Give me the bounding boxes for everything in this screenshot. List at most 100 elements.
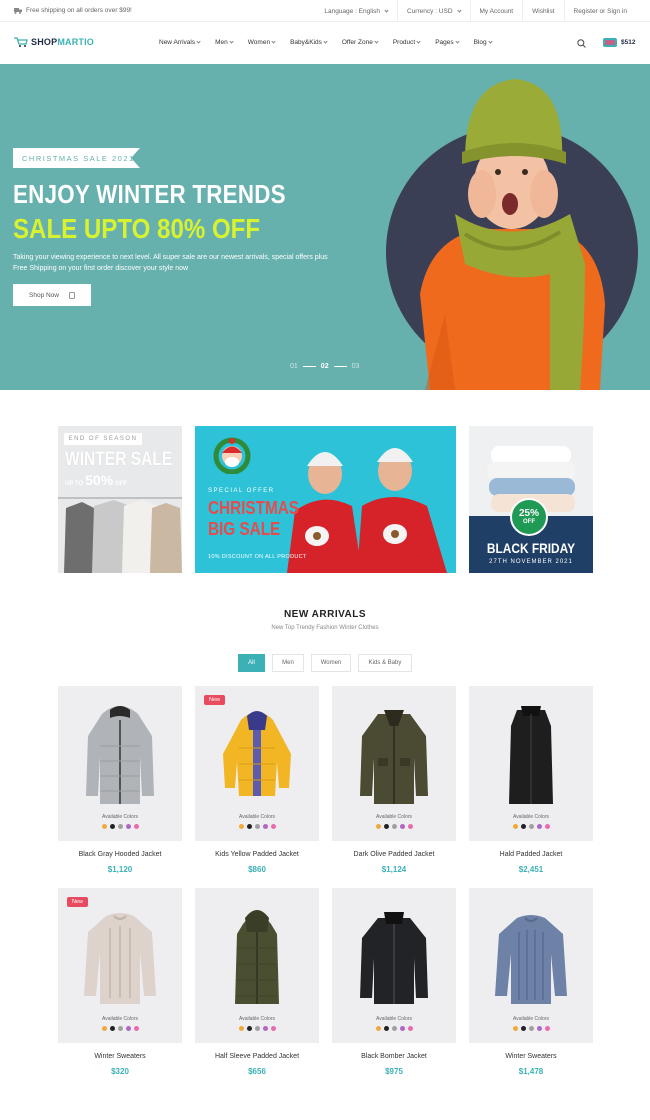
nav-label: Baby&Kids xyxy=(290,39,322,46)
color-swatch[interactable] xyxy=(512,824,518,829)
color-swatch[interactable] xyxy=(407,824,413,829)
color-swatch[interactable] xyxy=(399,824,405,829)
product-name[interactable]: Winter Sweaters xyxy=(58,1053,182,1060)
product-name[interactable]: Hald Padded Jacket xyxy=(469,851,593,858)
cart-button[interactable]: $512 xyxy=(603,38,635,47)
color-swatch[interactable] xyxy=(133,824,139,829)
filter-men[interactable]: Men xyxy=(272,654,304,672)
color-swatch[interactable] xyxy=(238,1026,244,1031)
color-swatches xyxy=(332,1026,456,1031)
winter-sale-discount: UP TO 50% OFF xyxy=(65,472,127,488)
nav-item-product[interactable]: Product xyxy=(393,39,421,46)
logo[interactable]: SHOP MARTIO xyxy=(14,37,94,47)
color-swatch[interactable] xyxy=(246,1026,252,1031)
color-swatch[interactable] xyxy=(125,824,131,829)
black-friday-banner[interactable]: 25% OFF BLACK FRIDAY 27TH NOVEMBER 2021 xyxy=(469,426,593,573)
badge-percent: 25% xyxy=(518,508,539,519)
chevron-down-icon xyxy=(374,39,379,44)
color-swatch[interactable] xyxy=(117,824,123,829)
slide-dot-2[interactable]: 02 xyxy=(321,363,329,370)
color-swatch[interactable] xyxy=(117,1026,123,1031)
color-swatch[interactable] xyxy=(101,1026,107,1031)
slider-pagination: 01 02 03 xyxy=(290,363,359,370)
color-swatch[interactable] xyxy=(125,1026,131,1031)
section-title: NEW ARRIVALS xyxy=(283,609,367,620)
color-swatch[interactable] xyxy=(109,824,115,829)
color-swatch[interactable] xyxy=(520,824,526,829)
currency-select[interactable]: Currency : USD xyxy=(397,0,470,22)
color-swatch[interactable] xyxy=(536,824,542,829)
christmas-sale-banner[interactable]: SPECIAL OFFER CHRISTMAS BIG SALE 10% DIS… xyxy=(195,426,456,573)
chevron-down-icon xyxy=(229,39,234,44)
cart-icon xyxy=(603,38,617,47)
discount-badge: 25% OFF xyxy=(510,498,548,536)
search-icon[interactable] xyxy=(577,39,586,48)
nav-item-baby-kids[interactable]: Baby&Kids xyxy=(290,39,328,46)
color-swatch[interactable] xyxy=(544,1026,550,1031)
product-name[interactable]: Dark Olive Padded Jacket xyxy=(332,851,456,858)
color-swatch[interactable] xyxy=(262,824,268,829)
color-swatch[interactable] xyxy=(246,824,252,829)
shipping-notice: Free shipping on all orders over $99! xyxy=(14,7,132,14)
color-swatch[interactable] xyxy=(407,1026,413,1031)
product-name[interactable]: Kids Yellow Padded Jacket xyxy=(195,851,319,858)
chevron-down-icon xyxy=(323,39,328,44)
product-name[interactable]: Winter Sweaters xyxy=(469,1053,593,1060)
color-swatch[interactable] xyxy=(536,1026,542,1031)
color-swatch[interactable] xyxy=(270,824,276,829)
color-swatch[interactable] xyxy=(270,1026,276,1031)
color-swatch[interactable] xyxy=(375,1026,381,1031)
color-swatch[interactable] xyxy=(544,824,550,829)
color-swatch[interactable] xyxy=(528,824,534,829)
color-swatch[interactable] xyxy=(399,1026,405,1031)
color-swatch[interactable] xyxy=(383,1026,389,1031)
product-name[interactable]: Half Sleeve Padded Jacket xyxy=(195,1053,319,1060)
winter-sale-banner[interactable]: END OF SEASON WINTER SALE UP TO 50% OFF xyxy=(58,426,182,573)
nav-item-new-arrivals[interactable]: New Arrivals xyxy=(159,39,201,46)
color-swatch[interactable] xyxy=(520,1026,526,1031)
product-image xyxy=(86,706,154,804)
nav-item-blog[interactable]: Blog xyxy=(474,39,493,46)
slide-divider xyxy=(333,366,347,367)
language-select[interactable]: Language : English xyxy=(315,0,397,22)
off-label: OFF xyxy=(115,481,128,487)
color-swatch[interactable] xyxy=(528,1026,534,1031)
chevron-down-icon xyxy=(384,7,389,13)
available-colors-label: Available Colors xyxy=(375,1016,413,1022)
color-swatch[interactable] xyxy=(133,1026,139,1031)
product-price: $320 xyxy=(111,1067,129,1076)
product-name[interactable]: Black Gray Hooded Jacket xyxy=(58,851,182,858)
product-name[interactable]: Black Bomber Jacket xyxy=(332,1053,456,1060)
slide-dot-1[interactable]: 01 xyxy=(290,363,298,370)
color-swatch[interactable] xyxy=(238,824,244,829)
logo-text-martio: MARTIO xyxy=(57,37,95,47)
color-swatch[interactable] xyxy=(512,1026,518,1031)
color-swatch[interactable] xyxy=(254,1026,260,1031)
color-swatch[interactable] xyxy=(109,1026,115,1031)
color-swatch[interactable] xyxy=(383,824,389,829)
slide-dot-3[interactable]: 03 xyxy=(352,363,360,370)
wishlist-link[interactable]: Wishlist xyxy=(522,0,563,22)
available-colors-label: Available Colors xyxy=(512,1016,550,1022)
shipping-text: Free shipping on all orders over $99! xyxy=(26,7,132,14)
color-swatch[interactable] xyxy=(262,1026,268,1031)
filter-all[interactable]: All xyxy=(238,654,265,672)
color-swatch[interactable] xyxy=(391,1026,397,1031)
color-swatch[interactable] xyxy=(391,824,397,829)
cart-logo-icon xyxy=(14,37,28,47)
nav-label: New Arrivals xyxy=(159,39,196,46)
register-link[interactable]: Register or Sign in xyxy=(563,0,636,22)
black-friday-date: 27TH NOVEMBER 2021 xyxy=(489,559,573,565)
filter-kids-baby[interactable]: Kids & Baby xyxy=(358,654,412,672)
nav-item-women[interactable]: Women xyxy=(248,39,276,46)
nav-item-pages[interactable]: Pages xyxy=(435,39,460,46)
my-account-link[interactable]: My Account xyxy=(469,0,523,22)
wishlist-label: Wishlist xyxy=(532,7,555,15)
nav-item-offer-zone[interactable]: Offer Zone xyxy=(342,39,379,46)
nav-item-men[interactable]: Men xyxy=(215,39,234,46)
color-swatch[interactable] xyxy=(101,824,107,829)
color-swatch[interactable] xyxy=(375,824,381,829)
color-swatch[interactable] xyxy=(254,824,260,829)
filter-women[interactable]: Women xyxy=(311,654,351,672)
shop-now-button[interactable]: Shop Now xyxy=(13,284,91,306)
